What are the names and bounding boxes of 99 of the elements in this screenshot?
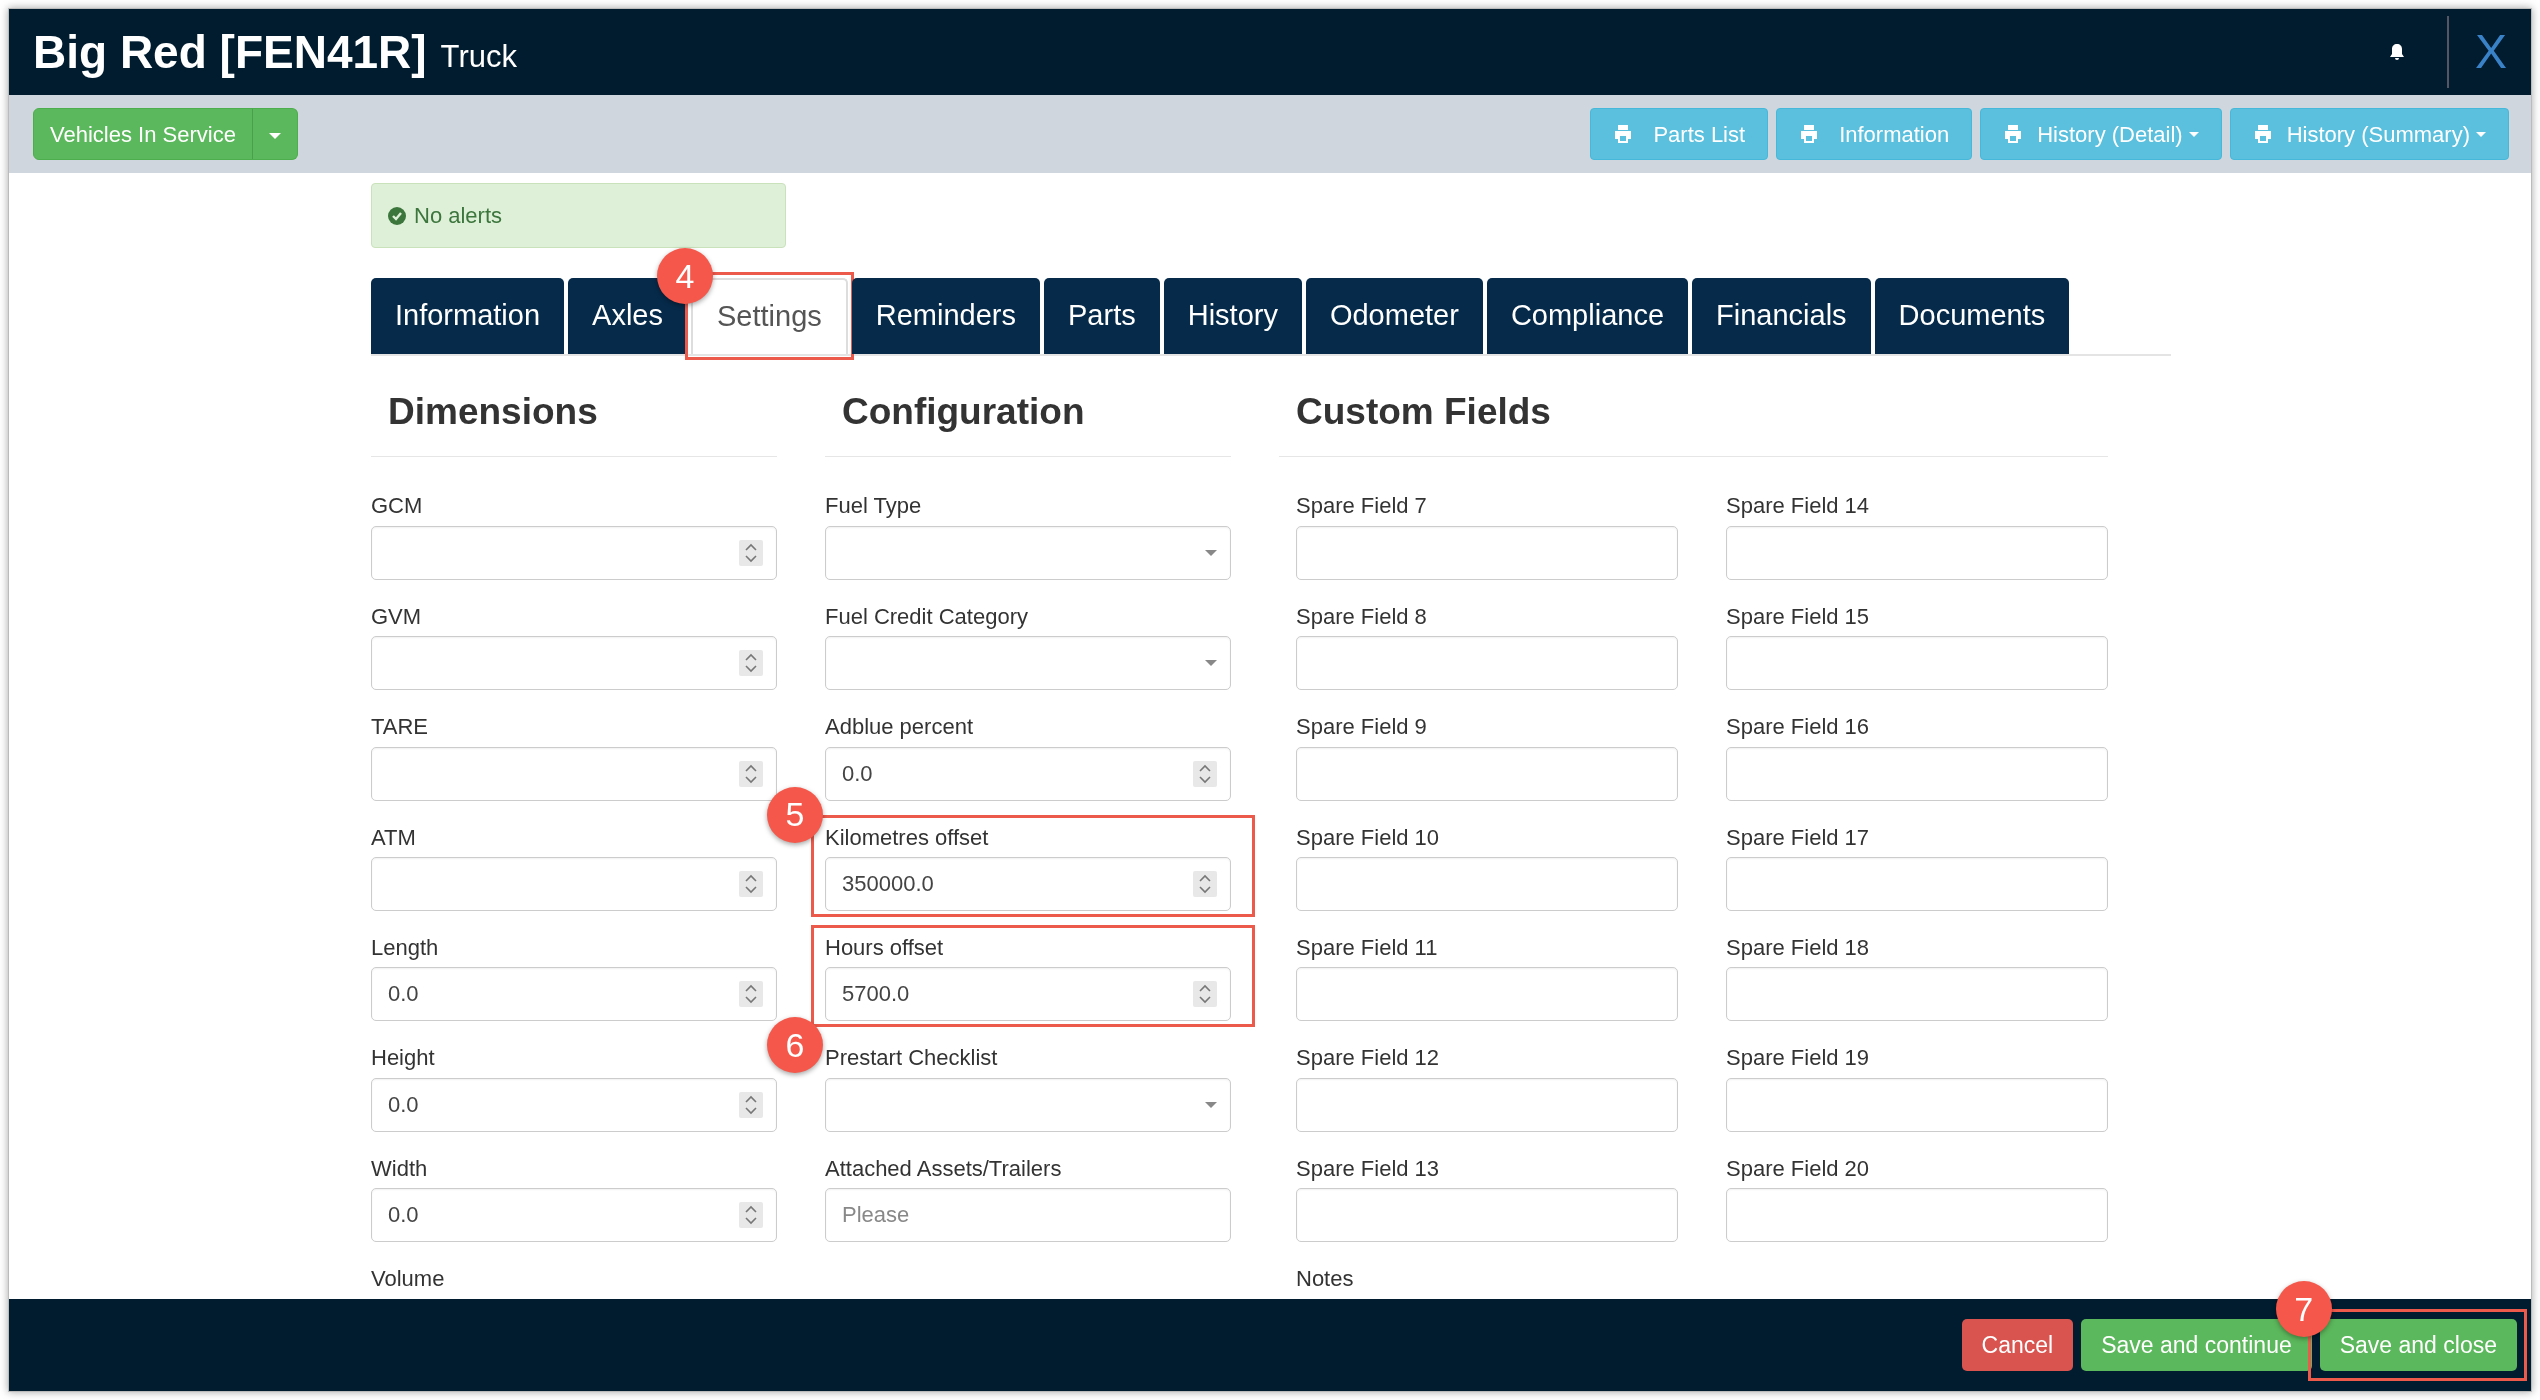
input-field[interactable] [371, 856, 777, 911]
caret-icon [268, 132, 281, 139]
section-heading: Dimensions [371, 390, 777, 458]
input-field[interactable]: 0.0 [371, 967, 777, 1022]
input-field[interactable] [1296, 967, 1678, 1022]
input-field[interactable] [1296, 856, 1678, 911]
field-label: GVM [371, 603, 423, 631]
alert-text: No alerts [414, 202, 503, 230]
input-field[interactable] [1296, 1077, 1678, 1132]
tab[interactable]: Documents [1874, 278, 2070, 354]
select-field[interactable] [825, 636, 1231, 691]
input-field[interactable] [1296, 525, 1678, 580]
vehicle-type: Truck [440, 37, 517, 76]
input-field[interactable] [371, 525, 777, 580]
field-label: Spare Field 16 [1726, 714, 1871, 741]
cancel-button[interactable]: Cancel [1961, 1319, 2074, 1371]
input-field[interactable] [1726, 967, 2108, 1022]
field-label: Spare Field 18 [1726, 934, 1871, 962]
input-field[interactable] [1726, 1188, 2108, 1243]
field-label: Spare Field 15 [1726, 603, 1871, 631]
input-field[interactable]: 0.0 [371, 1188, 777, 1243]
input-field[interactable] [1726, 1077, 2108, 1132]
select-field[interactable] [825, 1077, 1231, 1132]
section-heading: Configuration [825, 390, 1231, 458]
field-label: Spare Field 8 [1296, 603, 1428, 631]
spinner-icon [739, 1202, 763, 1229]
field-label: Attached Assets/Trailers [825, 1155, 1063, 1183]
tab[interactable]: Parts [1044, 278, 1160, 354]
input-field[interactable] [1726, 856, 2108, 911]
field-label: Height [371, 1045, 436, 1072]
printer-icon [1799, 124, 1820, 144]
input-field[interactable]: 0.0 [825, 746, 1231, 801]
spinner-icon [739, 1091, 763, 1118]
field-label: Notes [1296, 1266, 1355, 1293]
tab[interactable]: Compliance [1486, 278, 1689, 354]
check-circle-icon [388, 206, 406, 225]
input-field[interactable] [1296, 636, 1678, 691]
tab[interactable]: Odometer [1305, 278, 1483, 354]
field-label: Spare Field 17 [1726, 824, 1871, 851]
field-label: Prestart Checklist [825, 1045, 999, 1072]
section-heading: Custom Fields [1279, 390, 2108, 458]
printer-icon [1613, 124, 1634, 144]
tab[interactable]: Information [371, 278, 565, 354]
spinner-icon [1193, 870, 1217, 897]
dropdown-toggle-button[interactable] [251, 108, 298, 160]
window-title: Big Red [FEN41R] [33, 24, 427, 80]
printer-icon [2003, 124, 2024, 144]
input-field[interactable] [1296, 746, 1678, 801]
field-label: Spare Field 12 [1296, 1045, 1441, 1072]
field-label: Spare Field 20 [1726, 1155, 1871, 1183]
caret-icon [1205, 549, 1217, 556]
close-button[interactable]: X [2475, 28, 2507, 76]
spinner-icon [739, 760, 763, 787]
field-label: Spare Field 7 [1296, 493, 1428, 520]
input-field[interactable] [1726, 636, 2108, 691]
field-label: GCM [371, 493, 424, 520]
caret-icon [1205, 660, 1217, 667]
field-label: Fuel Credit Category [825, 603, 1029, 631]
tab[interactable]: History [1163, 278, 1302, 354]
input-field[interactable] [1726, 746, 2108, 801]
field-label: Adblue percent [825, 714, 974, 741]
field-label: Width [371, 1155, 429, 1183]
field-label: Length [371, 934, 440, 962]
field-label: Kilometres offset [825, 824, 990, 851]
input-field[interactable] [371, 746, 777, 801]
bell-icon[interactable] [2387, 42, 2407, 62]
tab[interactable]: Financials [1692, 278, 1871, 354]
input-field[interactable]: 0.0 [371, 1077, 777, 1132]
field-label: Spare Field 13 [1296, 1155, 1441, 1183]
field-label: ATM [371, 824, 417, 851]
field-label: Fuel Type [825, 493, 923, 520]
spinner-icon [739, 539, 763, 566]
field-label: TARE [371, 714, 430, 741]
step-badge: 5 [767, 786, 823, 843]
step-badge: 7 [2275, 1281, 2332, 1337]
input-field[interactable] [1726, 525, 2108, 580]
spinner-icon [1193, 760, 1217, 787]
caret-icon [1205, 1101, 1217, 1108]
input-field[interactable]: 5700.0 [825, 967, 1231, 1022]
step-badge: 6 [767, 1017, 823, 1074]
field-label: Spare Field 19 [1726, 1045, 1871, 1072]
field-label: Volume [371, 1266, 446, 1293]
spinner-icon [1193, 981, 1217, 1008]
tab[interactable]: Reminders [851, 278, 1040, 354]
select-field[interactable] [825, 525, 1231, 580]
input-field[interactable] [1296, 1188, 1678, 1243]
field-label: Spare Field 11 [1296, 934, 1439, 962]
field-label: Spare Field 14 [1726, 493, 1871, 520]
step-badge: 4 [657, 248, 713, 304]
field-label: Spare Field 9 [1296, 714, 1428, 741]
input-field[interactable]: 350000.0 [825, 856, 1231, 911]
field-label: Spare Field 10 [1296, 824, 1441, 851]
field-label: Hours offset [825, 934, 945, 962]
input-field[interactable]: Please [825, 1188, 1231, 1243]
spinner-icon [739, 981, 763, 1008]
spinner-icon [739, 870, 763, 897]
input-field[interactable] [371, 636, 777, 691]
printer-icon [2252, 124, 2273, 144]
spinner-icon [739, 650, 763, 677]
